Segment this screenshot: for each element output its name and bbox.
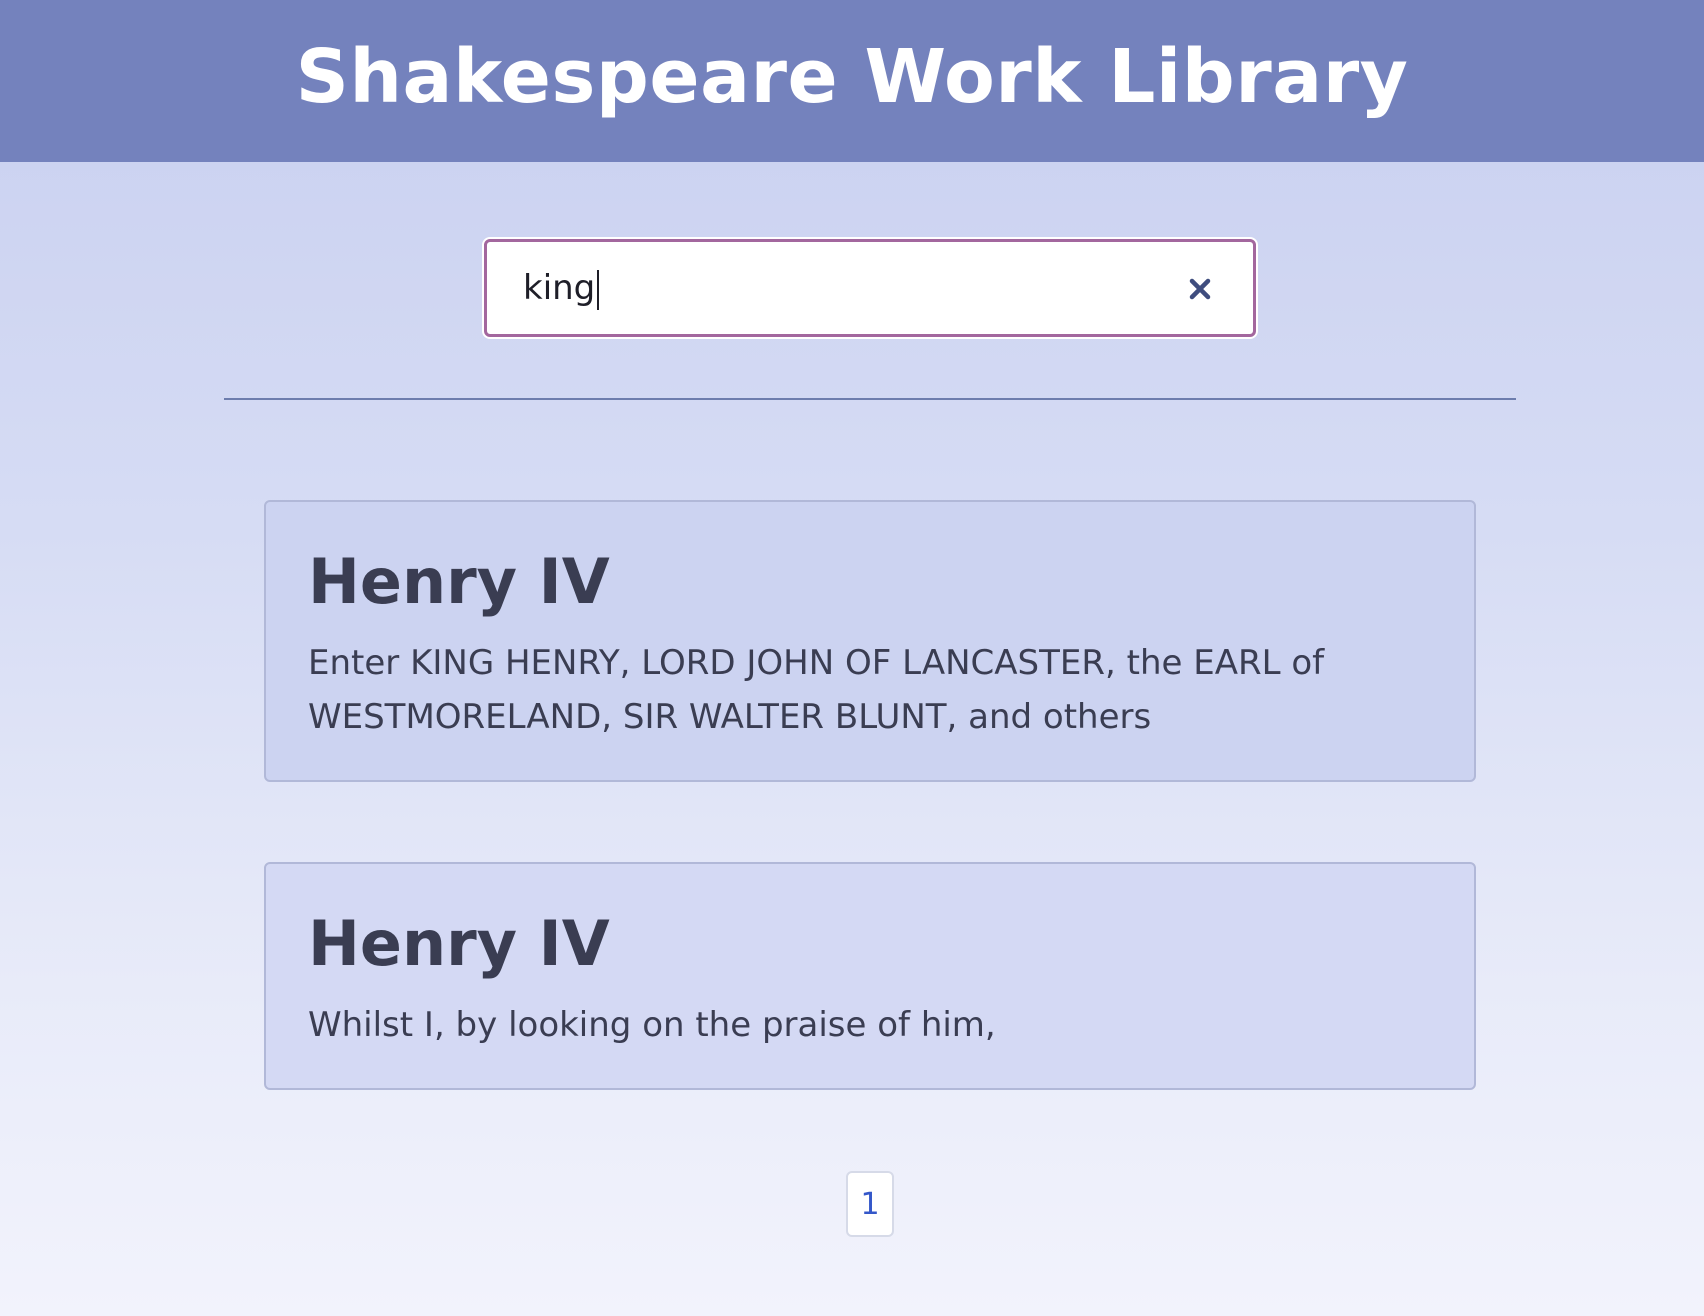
result-title: Henry IV — [308, 907, 610, 980]
section-divider — [224, 398, 1516, 400]
result-excerpt: Enter KING HENRY, LORD JOHN OF LANCASTER… — [308, 643, 1325, 737]
pagination-page-1[interactable]: 1 — [846, 1171, 894, 1237]
search-input[interactable] — [523, 268, 1143, 308]
page-title: Shakespeare Work Library — [295, 34, 1409, 120]
result-title: Henry IV — [308, 545, 610, 618]
search-box[interactable] — [484, 239, 1256, 337]
result-card[interactable]: Henry IV Whilst I, by looking on the pra… — [264, 862, 1476, 1090]
app-header: Shakespeare Work Library — [0, 0, 1704, 162]
result-excerpt: Whilst I, by looking on the praise of hi… — [308, 1005, 996, 1045]
clear-search-button[interactable] — [1177, 266, 1223, 312]
close-icon — [1189, 278, 1211, 300]
result-card[interactable]: Henry IV Enter KING HENRY, LORD JOHN OF … — [264, 500, 1476, 782]
text-caret — [597, 270, 599, 310]
